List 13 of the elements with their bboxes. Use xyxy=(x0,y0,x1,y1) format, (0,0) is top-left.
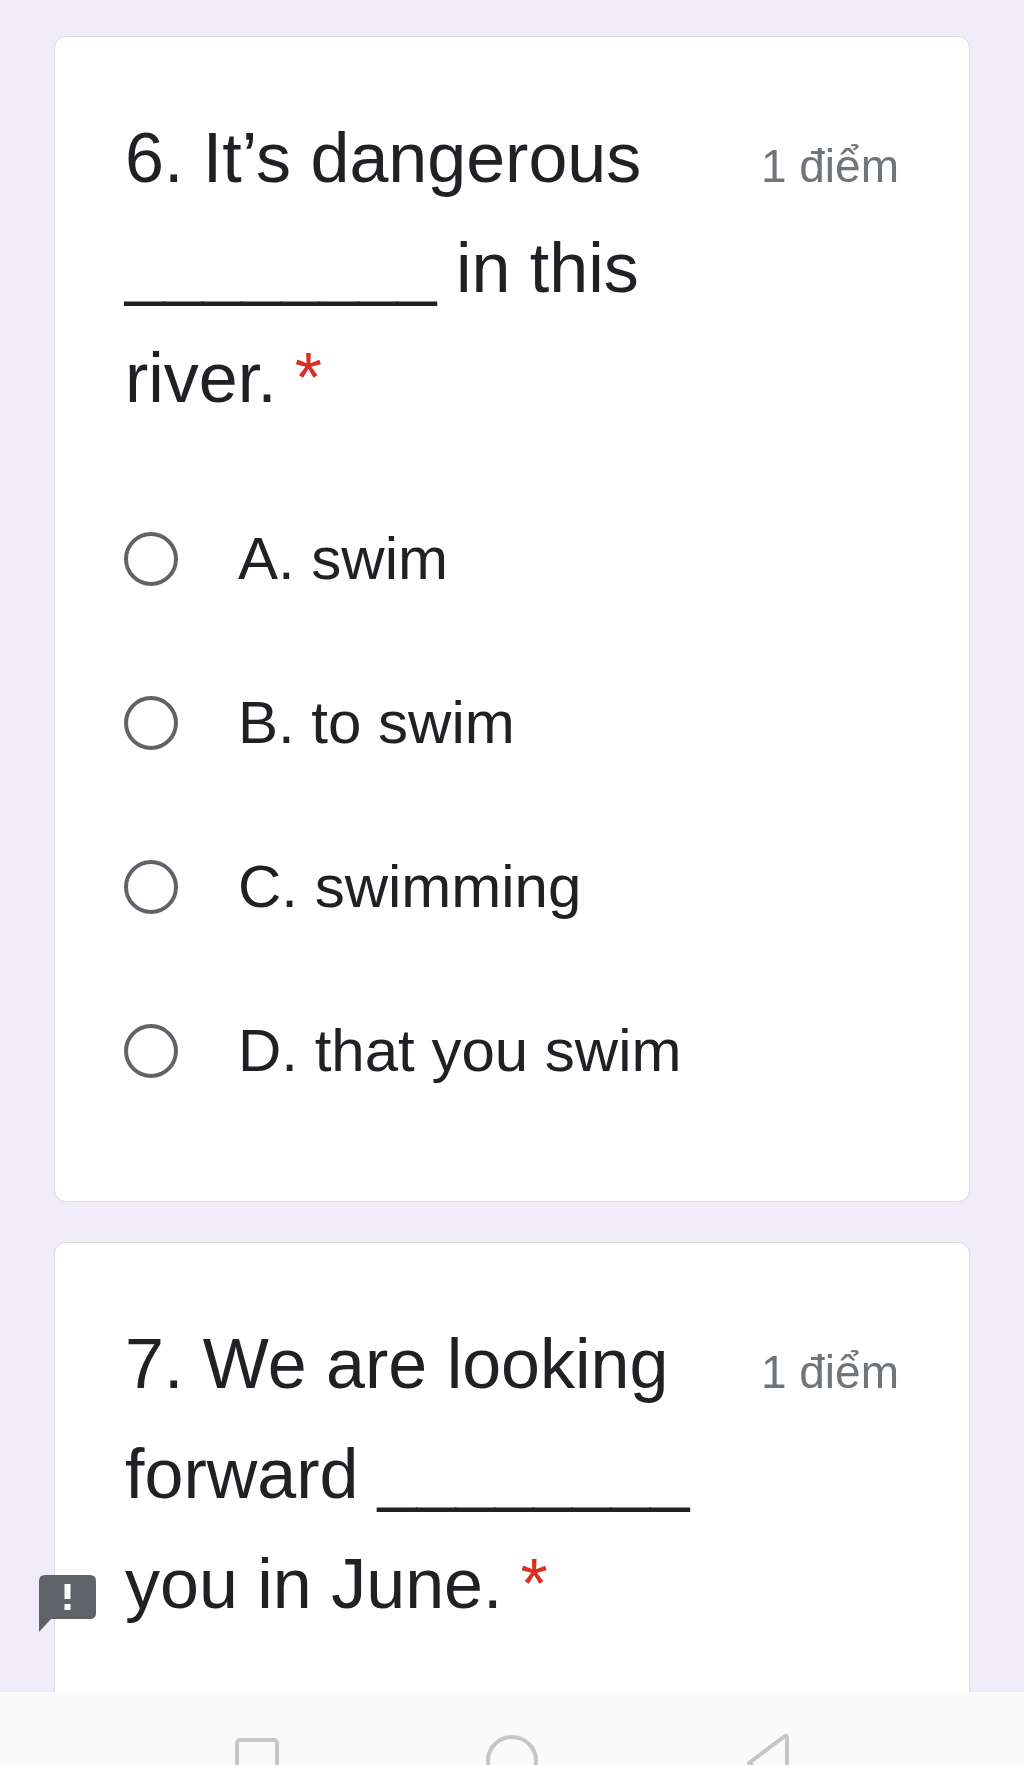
option-label: B. to swim xyxy=(238,688,515,758)
question-text: 7. We are looking forward ________ you in June. * xyxy=(125,1324,692,1625)
question-text: 6. It’s dangerous ________ in this river. * xyxy=(125,118,643,419)
points-label: 1 điểm xyxy=(760,1345,899,1400)
radio-button[interactable] xyxy=(124,696,178,750)
option-label: A. swim xyxy=(238,524,448,594)
option-label: D. that you swim xyxy=(238,1016,682,1086)
radio-button[interactable] xyxy=(124,860,178,914)
radio-button[interactable] xyxy=(124,1024,178,1078)
points-label: 1 điểm xyxy=(760,139,899,194)
option-label: C. swimming xyxy=(238,852,582,922)
radio-button[interactable] xyxy=(124,532,178,586)
alert-bubble-icon[interactable] xyxy=(39,1575,96,1632)
